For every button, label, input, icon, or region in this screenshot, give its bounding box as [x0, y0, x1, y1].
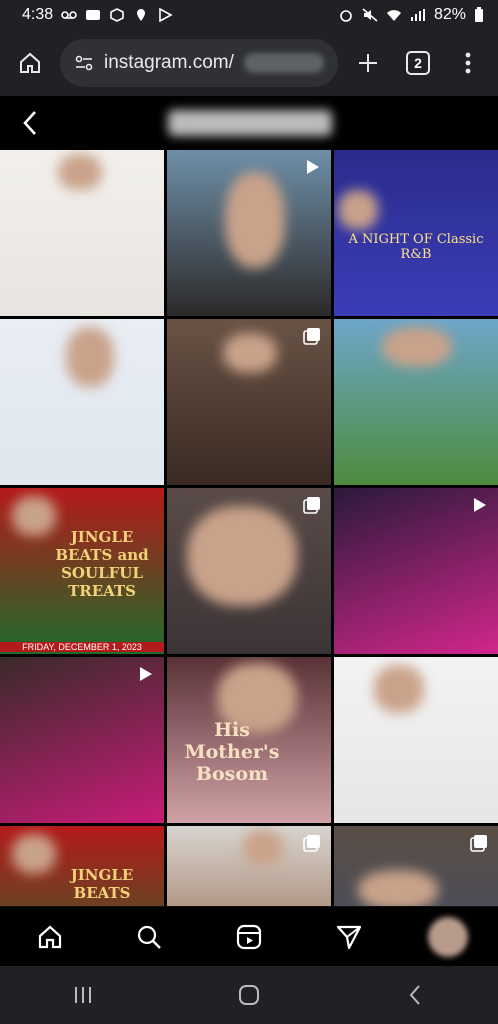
post-thumbnail[interactable] — [167, 319, 331, 485]
tab-count: 2 — [406, 51, 430, 75]
search-icon — [138, 925, 162, 949]
post-thumbnail[interactable]: A NIGHT OF Classic R&B — [334, 150, 498, 316]
post-thumbnail[interactable] — [334, 488, 498, 654]
post-thumbnail[interactable]: JINGLE BEATS and SOULFUL TREATS FRIDAY, D… — [0, 488, 164, 654]
voicemail-icon — [61, 11, 77, 19]
reel-icon — [307, 160, 319, 174]
reel-icon — [474, 498, 486, 512]
nav-home[interactable] — [26, 913, 74, 961]
recents-icon — [75, 987, 91, 1003]
blurred-face — [187, 506, 297, 606]
system-nav-bar — [0, 966, 498, 1024]
back-icon — [409, 985, 420, 1005]
back-button[interactable] — [0, 96, 60, 150]
home-icon — [20, 52, 40, 73]
post-thumbnail[interactable] — [0, 657, 164, 823]
blurred-face — [382, 327, 452, 367]
nav-reels[interactable] — [225, 913, 273, 961]
post-thumbnail[interactable] — [167, 488, 331, 654]
carousel-icon — [303, 835, 320, 852]
new-tab-button[interactable] — [348, 43, 388, 83]
blurred-face — [243, 830, 283, 866]
play-store-icon — [159, 8, 173, 22]
alarm-icon — [340, 10, 352, 22]
carousel-icon — [303, 497, 320, 514]
system-back-button[interactable] — [391, 971, 439, 1019]
post-footer-text: FRIDAY, DECEMBER 1, 2023 — [0, 642, 164, 652]
battery-icon — [475, 7, 483, 22]
home-button[interactable] — [10, 43, 50, 83]
wifi-icon — [386, 10, 401, 21]
back-arrow-icon — [23, 111, 36, 135]
post-thumbnail[interactable]: His Mother's Bosom — [167, 657, 331, 823]
send-icon — [336, 925, 361, 949]
post-thumbnail[interactable] — [167, 826, 331, 906]
avatar — [428, 916, 469, 957]
circle-home-icon — [239, 985, 259, 1005]
blurred-face — [338, 190, 378, 230]
recents-button[interactable] — [59, 971, 107, 1019]
site-settings-icon — [75, 55, 93, 71]
post-thumbnail[interactable] — [334, 319, 498, 485]
notification-icon — [86, 10, 101, 20]
carousel-icon — [303, 328, 320, 345]
nav-messages[interactable] — [325, 913, 373, 961]
url-text: instagram.com/ — [104, 52, 234, 73]
shield-icon — [110, 8, 124, 22]
blurred-face — [223, 333, 277, 373]
signal-icon — [410, 9, 425, 21]
instagram-bottom-nav — [0, 906, 498, 966]
tab-switcher-button[interactable]: 2 — [398, 43, 438, 83]
carousel-icon — [470, 835, 487, 852]
posts-grid: A NIGHT OF Classic R&B JINGLE BEATS and S… — [0, 150, 498, 906]
post-overlay-text: JINGLE BEATS — [70, 866, 134, 902]
location-icon — [137, 9, 146, 21]
post-thumbnail[interactable] — [167, 150, 331, 316]
blurred-face — [225, 172, 285, 268]
blurred-face — [66, 327, 114, 387]
post-thumbnail[interactable] — [334, 657, 498, 823]
status-bar: 4:38 82% — [0, 0, 498, 30]
post-overlay-text: His Mother's Bosom — [184, 719, 280, 785]
post-thumbnail[interactable]: JINGLE BEATS — [0, 826, 164, 906]
username-redacted — [168, 110, 332, 136]
system-home-button[interactable] — [225, 971, 273, 1019]
nav-search[interactable] — [125, 913, 173, 961]
reel-icon — [140, 667, 152, 681]
post-thumbnail[interactable] — [0, 319, 164, 485]
mute-icon — [362, 8, 378, 22]
address-bar[interactable]: instagram.com/ — [60, 39, 338, 87]
post-thumbnail[interactable] — [0, 150, 164, 316]
blurred-face — [358, 870, 438, 906]
post-overlay-text: A NIGHT OF Classic R&B — [348, 232, 484, 262]
browser-toolbar: instagram.com/ 2 — [0, 30, 498, 96]
status-time: 4:38 — [22, 6, 54, 23]
reels-icon — [236, 924, 262, 949]
home-icon — [38, 925, 61, 948]
battery-level: 82% — [433, 6, 466, 23]
nav-profile[interactable] — [424, 913, 472, 961]
blurred-face — [58, 154, 102, 190]
post-thumbnail[interactable] — [334, 826, 498, 906]
post-overlay-text: JINGLE BEATS and SOULFUL TREATS — [55, 528, 149, 600]
more-vert-icon — [465, 52, 471, 74]
profile-header — [0, 96, 498, 150]
blurred-face — [374, 665, 424, 713]
url-redacted — [243, 53, 324, 73]
browser-menu-button[interactable] — [448, 43, 488, 83]
plus-icon — [359, 54, 377, 72]
